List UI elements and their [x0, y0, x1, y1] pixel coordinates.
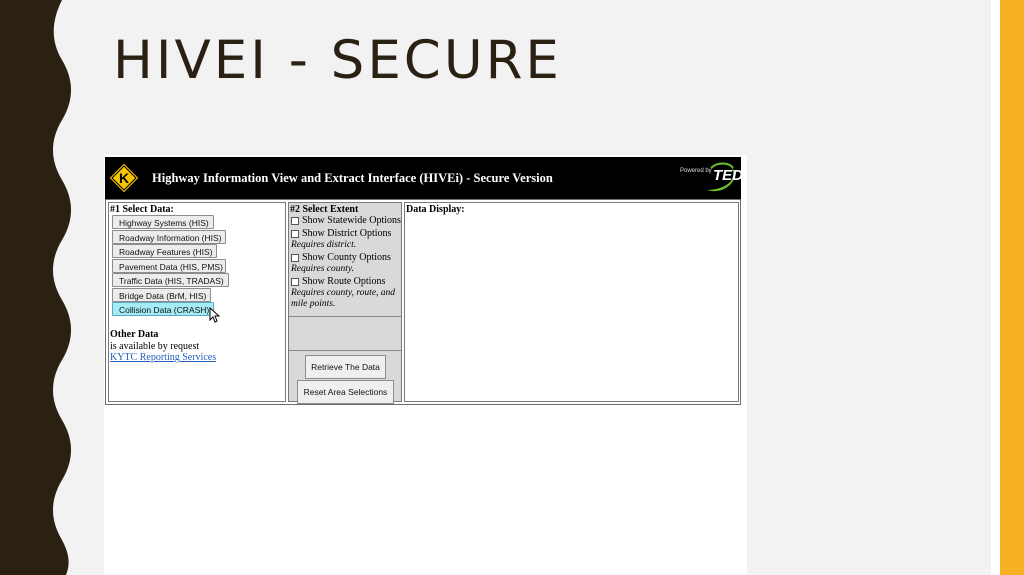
right-accent-stripe [1000, 0, 1024, 575]
route-label: Show Route Options [302, 276, 386, 287]
district-checkbox[interactable] [291, 229, 299, 238]
county-checkbox[interactable] [291, 253, 299, 262]
other-data-text: is available by request [110, 341, 200, 352]
county-hint: Requires county. [291, 264, 354, 274]
kytc-logo-letter: K [119, 170, 129, 186]
route-option[interactable]: Show Route Options [291, 276, 385, 287]
collision-data-button[interactable]: Collision Data (CRASH) [112, 302, 214, 316]
kytc-reporting-link[interactable]: KYTC Reporting Services [110, 352, 216, 363]
powered-by-label: Powered by [680, 168, 712, 174]
statewide-checkbox[interactable] [291, 216, 299, 225]
select-extent-heading: #2 Select Extent [290, 204, 359, 215]
roadway-features-button[interactable]: Roadway Features (HIS) [112, 244, 217, 258]
select-data-panel: #1 Select Data: Highway Systems (HIS) Ro… [108, 202, 286, 402]
app-title: Highway Information View and Extract Int… [152, 171, 553, 185]
statewide-option[interactable]: Show Statewide Options [291, 215, 401, 226]
app-banner: K Highway Information View and Extract I… [105, 157, 743, 199]
route-hint: Requires county, route, and mile points. [291, 288, 396, 309]
statewide-label: Show Statewide Options [302, 215, 401, 226]
select-extent-panel: #2 Select Extent Show Statewide Options … [288, 202, 402, 404]
highway-systems-button[interactable]: Highway Systems (HIS) [112, 215, 214, 229]
bridge-data-button[interactable]: Bridge Data (BrM, HIS) [112, 288, 211, 302]
decorative-wavy-band [0, 0, 71, 575]
retrieve-data-button[interactable]: Retrieve The Data [305, 355, 386, 379]
county-label: Show County Options [302, 252, 391, 263]
slide-title: HIVEI - SECURE [113, 30, 562, 91]
extent-divider-2 [289, 350, 401, 351]
data-display-heading: Data Display: [406, 204, 465, 215]
ted-logo-text: TED [713, 167, 743, 184]
app-frame: #1 Select Data: Highway Systems (HIS) Ro… [105, 199, 741, 405]
reset-area-button[interactable]: Reset Area Selections [297, 380, 394, 404]
blank-page-area [104, 407, 747, 575]
district-hint: Requires district. [291, 240, 357, 250]
extent-divider-1 [289, 316, 401, 317]
mouse-cursor-icon [209, 307, 221, 323]
data-display-panel: Data Display: [404, 202, 739, 402]
district-label: Show District Options [302, 228, 392, 239]
kytc-logo-icon: K [108, 162, 140, 194]
other-data-heading: Other Data [110, 329, 159, 340]
roadway-information-button[interactable]: Roadway Information (HIS) [112, 230, 226, 244]
hivei-screenshot: K Highway Information View and Extract I… [104, 155, 747, 575]
route-checkbox[interactable] [291, 277, 299, 286]
county-option[interactable]: Show County Options [291, 252, 391, 263]
district-option[interactable]: Show District Options [291, 228, 391, 239]
ted-logo: Powered by TED [677, 160, 743, 196]
right-white-strip [991, 0, 1000, 575]
pavement-data-button[interactable]: Pavement Data (HIS, PMS) [112, 259, 226, 273]
select-data-heading: #1 Select Data: [110, 204, 174, 215]
traffic-data-button[interactable]: Traffic Data (HIS, TRADAS) [112, 273, 229, 287]
